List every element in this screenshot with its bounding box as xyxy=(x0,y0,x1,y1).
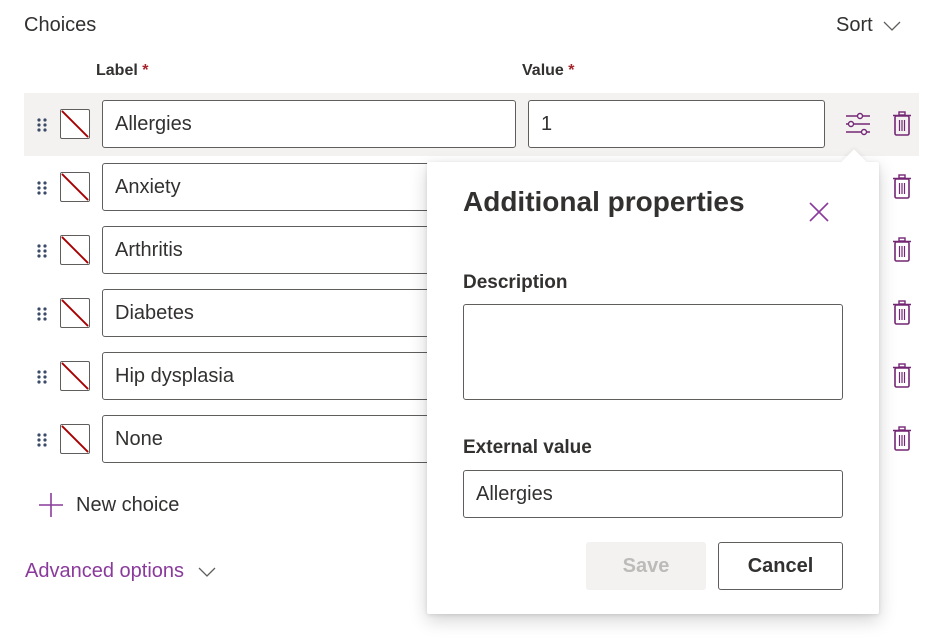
save-button[interactable]: Save xyxy=(586,542,706,590)
sort-label: Sort xyxy=(836,14,873,36)
external-value-label: External value xyxy=(463,437,592,458)
plus-icon xyxy=(39,493,63,517)
trash-icon xyxy=(893,426,911,451)
no-color-icon xyxy=(61,173,89,201)
value-header-text: Value xyxy=(522,62,564,79)
choice-label-input[interactable] xyxy=(102,100,516,148)
no-color-icon xyxy=(61,236,89,264)
delete-choice-button[interactable] xyxy=(888,362,916,390)
sort-button[interactable]: Sort xyxy=(836,14,901,37)
trash-icon xyxy=(893,363,911,388)
description-label: Description xyxy=(463,272,568,293)
value-column-header: Value * xyxy=(522,62,575,80)
color-swatch[interactable] xyxy=(60,172,90,202)
label-column-header: Label * xyxy=(96,62,148,80)
delete-choice-button[interactable] xyxy=(888,110,916,138)
advanced-options-toggle[interactable]: Advanced options xyxy=(25,560,216,583)
cancel-button[interactable]: Cancel xyxy=(718,542,843,590)
color-swatch[interactable] xyxy=(60,298,90,328)
label-header-text: Label xyxy=(96,62,138,79)
no-color-icon xyxy=(61,425,89,453)
delete-choice-button[interactable] xyxy=(888,425,916,453)
no-color-icon xyxy=(61,299,89,327)
popup-title: Additional properties xyxy=(463,186,745,217)
drag-handle-icon[interactable] xyxy=(36,306,48,322)
choices-title: Choices xyxy=(24,14,97,36)
drag-handle-icon[interactable] xyxy=(36,117,48,133)
drag-handle-icon[interactable] xyxy=(36,369,48,385)
chevron-down-icon xyxy=(883,21,901,31)
description-field[interactable] xyxy=(463,304,843,400)
color-swatch[interactable] xyxy=(60,235,90,265)
additional-properties-popup: Additional properties Description Extern… xyxy=(427,149,879,614)
drag-handle-icon[interactable] xyxy=(36,243,48,259)
drag-handle-icon[interactable] xyxy=(36,180,48,196)
trash-icon xyxy=(893,300,911,325)
no-color-icon xyxy=(61,110,89,138)
no-color-icon xyxy=(61,362,89,390)
delete-choice-button[interactable] xyxy=(888,236,916,264)
trash-icon xyxy=(893,174,911,199)
required-marker: * xyxy=(142,62,149,79)
additional-properties-button[interactable] xyxy=(844,110,872,138)
sliders-icon xyxy=(846,112,870,136)
advanced-options-label: Advanced options xyxy=(25,560,185,582)
delete-choice-button[interactable] xyxy=(888,299,916,327)
color-swatch[interactable] xyxy=(60,109,90,139)
delete-choice-button[interactable] xyxy=(888,173,916,201)
choice-row xyxy=(24,93,919,156)
chevron-down-icon xyxy=(198,567,216,577)
new-choice-button[interactable]: New choice xyxy=(38,492,179,518)
choice-value-input[interactable] xyxy=(528,100,825,148)
required-marker: * xyxy=(568,62,575,79)
close-button[interactable] xyxy=(807,200,831,224)
trash-icon xyxy=(893,237,911,262)
color-swatch[interactable] xyxy=(60,361,90,391)
external-value-field[interactable] xyxy=(463,470,843,518)
new-choice-label: New choice xyxy=(76,493,180,516)
drag-handle-icon[interactable] xyxy=(36,432,48,448)
close-icon xyxy=(809,202,829,222)
trash-icon xyxy=(893,111,911,136)
color-swatch[interactable] xyxy=(60,424,90,454)
